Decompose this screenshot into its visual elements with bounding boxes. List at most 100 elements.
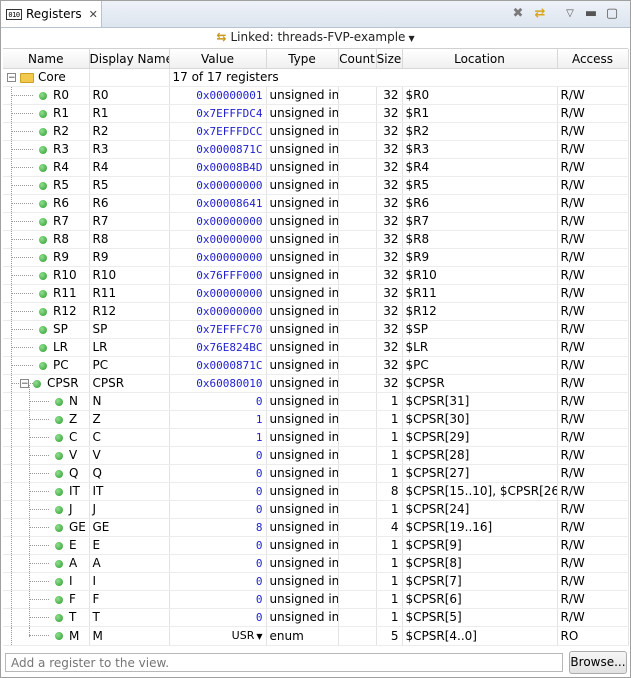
column-header[interactable]: Location <box>402 49 558 69</box>
column-header[interactable]: Size <box>376 49 403 69</box>
collapse-icon[interactable]: − <box>20 379 29 389</box>
display-name-cell: E <box>89 536 170 555</box>
column-header[interactable]: Type <box>266 49 339 69</box>
value-cell[interactable]: 0 <box>169 464 267 483</box>
name-cell: M <box>3 626 90 646</box>
chevron-down-icon[interactable]: ▼ <box>256 632 262 641</box>
value-cell[interactable]: 0x0000871C <box>169 140 267 159</box>
value-cell[interactable]: 0x00000000 <box>169 284 267 303</box>
value-cell[interactable]: 0 <box>169 572 267 591</box>
name-cell: − CPSR <box>3 374 90 393</box>
value-cell[interactable]: 1 <box>169 410 267 429</box>
value-cell[interactable]: 0x7EFFFC70 <box>169 320 267 339</box>
table-row[interactable]: R5 R5 0x00000000 unsigned int 32 $R5 R/W <box>3 176 629 195</box>
table-row[interactable]: M M USR ▼ enum 5 $CPSR[4..0] RO <box>3 626 629 646</box>
add-register-input[interactable] <box>5 653 563 672</box>
table-row[interactable]: Q Q 0 unsigned int 1 $CPSR[27] R/W <box>3 464 629 483</box>
collapse-icon[interactable]: − <box>7 73 16 83</box>
table-row[interactable]: E E 0 unsigned int 1 $CPSR[9] R/W <box>3 536 629 555</box>
table-row[interactable]: R10 R10 0x76FFF000 unsigned int 32 $R10 R/W <box>3 266 629 285</box>
table-row[interactable]: V V 0 unsigned int 1 $CPSR[28] R/W <box>3 446 629 465</box>
column-header[interactable]: Access <box>557 49 629 69</box>
table-row[interactable]: J J 0 unsigned int 1 $CPSR[24] R/W <box>3 500 629 519</box>
value-cell[interactable]: 0x00000000 <box>169 212 267 231</box>
column-header[interactable]: Name <box>3 49 90 69</box>
table-row[interactable]: R12 R12 0x00000000 unsigned int 32 $R12 R/W <box>3 302 629 321</box>
table-row[interactable]: R1 R1 0x7EFFFDC4 unsigned int 32 $R1 R/W <box>3 104 629 123</box>
table-row[interactable]: IT IT 0 unsigned int 8 $CPSR[15..10], $CPSR[2… <box>3 482 629 501</box>
minimize-icon[interactable]: ▬ <box>582 5 600 23</box>
table-row[interactable]: R2 R2 0x7EFFFDCC unsigned int 32 $R2 R/W <box>3 122 629 141</box>
value-cell[interactable]: 0 <box>169 392 267 411</box>
table-row[interactable]: SP SP 0x7EFFFC70 unsigned int 32 $SP R/W <box>3 320 629 339</box>
table-row[interactable]: R0 R0 0x00000001 unsigned int 32 $R0 R/W <box>3 86 629 105</box>
table-row[interactable]: PC PC 0x0000871C unsigned int 32 $PC R/W <box>3 356 629 375</box>
value-cell[interactable]: 0x00008641 <box>169 194 267 213</box>
table-row[interactable]: Z Z 1 unsigned int 1 $CPSR[30] R/W <box>3 410 629 429</box>
table-row[interactable]: I I 0 unsigned int 1 $CPSR[7] R/W <box>3 572 629 591</box>
value-cell[interactable]: 0 <box>169 536 267 555</box>
value-cell[interactable]: 0 <box>169 608 267 627</box>
register-status-icon <box>39 127 47 136</box>
value-cell[interactable]: 0x00000000 <box>169 230 267 249</box>
table-row[interactable]: C C 1 unsigned int 1 $CPSR[29] R/W <box>3 428 629 447</box>
value-cell[interactable]: 0 <box>169 500 267 519</box>
value-cell[interactable]: 0 <box>169 590 267 609</box>
table-row[interactable]: R6 R6 0x00008641 unsigned int 32 $R6 R/W <box>3 194 629 213</box>
column-header[interactable]: Display Name <box>89 49 170 69</box>
value-cell[interactable]: 0x76E824BC <box>169 338 267 357</box>
x-icon[interactable]: ✖ <box>509 5 527 23</box>
table-row[interactable]: LR LR 0x76E824BC unsigned int 32 $LR R/W <box>3 338 629 357</box>
sync-icon[interactable]: ⇄ <box>531 5 549 23</box>
table-row[interactable]: R11 R11 0x00000000 unsigned int 32 $R11 R/W <box>3 284 629 303</box>
tab-registers[interactable]: 010 Registers ✕ <box>1 1 102 27</box>
column-header[interactable]: Count <box>338 49 377 69</box>
table-row[interactable]: R9 R9 0x00000000 unsigned int 32 $R9 R/W <box>3 248 629 267</box>
value-cell[interactable]: 0 <box>169 446 267 465</box>
table-row[interactable]: R3 R3 0x0000871C unsigned int 32 $R3 R/W <box>3 140 629 159</box>
value-cell[interactable]: 0x7EFFFDC4 <box>169 104 267 123</box>
table-row[interactable]: N N 0 unsigned int 1 $CPSR[31] R/W <box>3 392 629 411</box>
value-cell[interactable]: 0 <box>169 554 267 573</box>
value-cell[interactable]: 8 <box>169 518 267 537</box>
tree-line <box>11 591 12 608</box>
enum-select[interactable]: USR ▼ <box>232 629 263 642</box>
maximize-icon[interactable]: ▢ <box>603 5 621 23</box>
size-cell: 32 <box>376 86 403 105</box>
value-cell[interactable]: 0x60080010 <box>169 374 267 393</box>
folder-icon <box>20 72 34 83</box>
close-icon[interactable]: ✕ <box>89 8 98 21</box>
browse-button[interactable]: Browse... <box>569 651 627 674</box>
value-cell[interactable]: 0x00000001 <box>169 86 267 105</box>
table-row[interactable]: R7 R7 0x00000000 unsigned int 32 $R7 R/W <box>3 212 629 231</box>
chevron-down-icon[interactable]: ▼ <box>408 34 414 43</box>
name-cell: R12 <box>3 302 90 321</box>
table-row[interactable]: − Core 17 of 17 registers <box>3 68 629 87</box>
value-cell[interactable]: 0x00000000 <box>169 302 267 321</box>
table-row[interactable]: A A 0 unsigned int 1 $CPSR[8] R/W <box>3 554 629 573</box>
column-header[interactable]: Value <box>169 49 267 69</box>
type-cell: unsigned int <box>266 302 339 321</box>
value-cell[interactable]: 0x00000000 <box>169 176 267 195</box>
type-cell: unsigned int <box>266 194 339 213</box>
value-cell[interactable]: 0 <box>169 482 267 501</box>
value-cell[interactable]: 0x76FFF000 <box>169 266 267 285</box>
register-name: SP <box>53 322 68 336</box>
value-cell[interactable]: 0x00000000 <box>169 248 267 267</box>
table-row[interactable]: F F 0 unsigned int 1 $CPSR[6] R/W <box>3 590 629 609</box>
value-cell[interactable]: 1 <box>169 428 267 447</box>
table-row[interactable]: GE GE 8 unsigned int 4 $CPSR[19..16] R/W <box>3 518 629 537</box>
linked-context[interactable]: ⇆ Linked: threads-FVP-example ▼ <box>1 28 630 47</box>
tree-line <box>11 537 12 554</box>
table-row[interactable]: R4 R4 0x00008B4D unsigned int 32 $R4 R/W <box>3 158 629 177</box>
value-cell[interactable]: USR ▼ <box>169 626 267 646</box>
table-row[interactable]: T T 0 unsigned int 1 $CPSR[5] R/W <box>3 608 629 627</box>
table-row[interactable]: R8 R8 0x00000000 unsigned int 32 $R8 R/W <box>3 230 629 249</box>
register-name: R10 <box>53 268 77 282</box>
table-row[interactable]: − CPSR CPSR 0x60080010 unsigned int 32 $CPSR R/… <box>3 374 629 393</box>
value-cell[interactable]: 0x00008B4D <box>169 158 267 177</box>
value-cell[interactable]: 0x7EFFFDCC <box>169 122 267 141</box>
view-menu-icon[interactable]: ▽ <box>561 5 579 23</box>
tree-line <box>11 483 12 500</box>
value-cell[interactable]: 0x0000871C <box>169 356 267 375</box>
